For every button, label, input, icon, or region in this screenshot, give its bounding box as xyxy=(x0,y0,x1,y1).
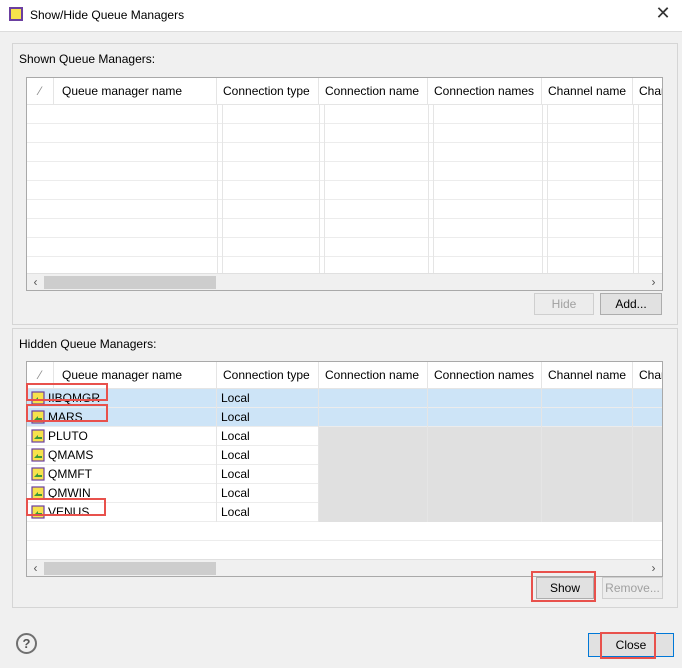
queue-manager-icon xyxy=(31,448,45,462)
hidden-queue-managers-group: Hidden Queue Managers: ⁄ Queue manager n… xyxy=(12,328,678,608)
column-channel-truncated[interactable]: Char xyxy=(633,362,662,389)
connection-type: Local xyxy=(217,427,319,446)
connection-type: Local xyxy=(217,484,319,503)
close-icon[interactable]: ✕ xyxy=(652,2,674,24)
queue-manager-icon xyxy=(31,410,45,424)
queue-manager-icon xyxy=(31,429,45,443)
queue-manager-icon xyxy=(31,391,45,405)
table-row[interactable]: PLUTO Local xyxy=(27,427,662,446)
queue-manager-window-icon xyxy=(9,7,23,21)
hidden-queue-managers-table[interactable]: ⁄ Queue manager name Connection type Con… xyxy=(26,361,663,577)
column-queue-manager-name[interactable]: Queue manager name xyxy=(54,78,217,105)
scrollbar-thumb[interactable] xyxy=(44,276,216,289)
help-icon[interactable]: ? xyxy=(16,633,37,654)
column-channel-truncated[interactable]: Char xyxy=(633,78,662,105)
scroll-right-icon[interactable]: › xyxy=(645,560,662,576)
queue-manager-name: IIBQMGR xyxy=(48,391,101,405)
connection-type: Local xyxy=(217,465,319,484)
column-queue-manager-name[interactable]: Queue manager name xyxy=(54,362,217,389)
hide-button[interactable]: Hide xyxy=(534,293,594,315)
remove-button[interactable]: Remove... xyxy=(602,577,663,599)
add-button[interactable]: Add... xyxy=(600,293,662,315)
column-channel-name[interactable]: Channel name xyxy=(542,362,633,389)
queue-manager-name: QMAMS xyxy=(48,448,94,462)
shown-queue-managers-group: Shown Queue Managers: ⁄ Queue manager na… xyxy=(12,43,678,325)
table-row xyxy=(27,522,662,541)
column-dividers xyxy=(27,105,662,273)
queue-manager-name: QMMFT xyxy=(48,467,92,481)
connection-type: Local xyxy=(217,408,319,427)
connection-type: Local xyxy=(217,503,319,522)
scrollbar-thumb[interactable] xyxy=(44,562,216,575)
shown-table-horizontal-scrollbar[interactable]: ‹ › xyxy=(27,273,662,290)
column-sort-icon[interactable]: ⁄ xyxy=(27,78,54,105)
queue-manager-name: PLUTO xyxy=(48,429,88,443)
column-connection-name[interactable]: Connection name xyxy=(319,362,428,389)
table-row xyxy=(27,541,662,559)
shown-queue-managers-table[interactable]: ⁄ Queue manager name Connection type Con… xyxy=(26,77,663,291)
column-connection-name[interactable]: Connection name xyxy=(319,78,428,105)
connection-type: Local xyxy=(217,446,319,465)
connection-type: Local xyxy=(217,389,319,408)
table-row[interactable]: QMAMS Local xyxy=(27,446,662,465)
show-button[interactable]: Show xyxy=(536,577,594,599)
scroll-left-icon[interactable]: ‹ xyxy=(27,560,44,576)
table-row[interactable]: IIBQMGR Local xyxy=(27,389,662,408)
column-connection-type[interactable]: Connection type xyxy=(217,362,319,389)
hidden-table-horizontal-scrollbar[interactable]: ‹ › xyxy=(27,559,662,576)
shown-group-title: Shown Queue Managers: xyxy=(19,52,156,66)
column-connection-type[interactable]: Connection type xyxy=(217,78,319,105)
queue-manager-name: MARS xyxy=(48,410,83,424)
dialog-body: Shown Queue Managers: ⁄ Queue manager na… xyxy=(0,31,682,668)
queue-manager-name: VENUS xyxy=(48,505,90,519)
shown-table-header: ⁄ Queue manager name Connection type Con… xyxy=(27,78,662,105)
hidden-group-title: Hidden Queue Managers: xyxy=(19,337,157,351)
column-connection-names[interactable]: Connection names xyxy=(428,78,542,105)
window-title: Show/Hide Queue Managers xyxy=(30,8,185,22)
table-row[interactable]: VENUS Local xyxy=(27,503,662,522)
close-button[interactable]: Close xyxy=(588,633,674,657)
hidden-table-header: ⁄ Queue manager name Connection type Con… xyxy=(27,362,662,389)
column-channel-name[interactable]: Channel name xyxy=(542,78,633,105)
scroll-right-icon[interactable]: › xyxy=(645,274,662,290)
queue-manager-name: QMWIN xyxy=(48,486,91,500)
table-row[interactable]: MARS Local xyxy=(27,408,662,427)
table-row[interactable]: QMWIN Local xyxy=(27,484,662,503)
title-bar: Show/Hide Queue Managers ✕ xyxy=(0,0,682,30)
queue-manager-icon xyxy=(31,467,45,481)
scroll-left-icon[interactable]: ‹ xyxy=(27,274,44,290)
table-row[interactable]: QMMFT Local xyxy=(27,465,662,484)
queue-manager-icon xyxy=(31,505,45,519)
column-connection-names[interactable]: Connection names xyxy=(428,362,542,389)
queue-manager-icon xyxy=(31,486,45,500)
column-sort-icon[interactable]: ⁄ xyxy=(27,362,54,389)
